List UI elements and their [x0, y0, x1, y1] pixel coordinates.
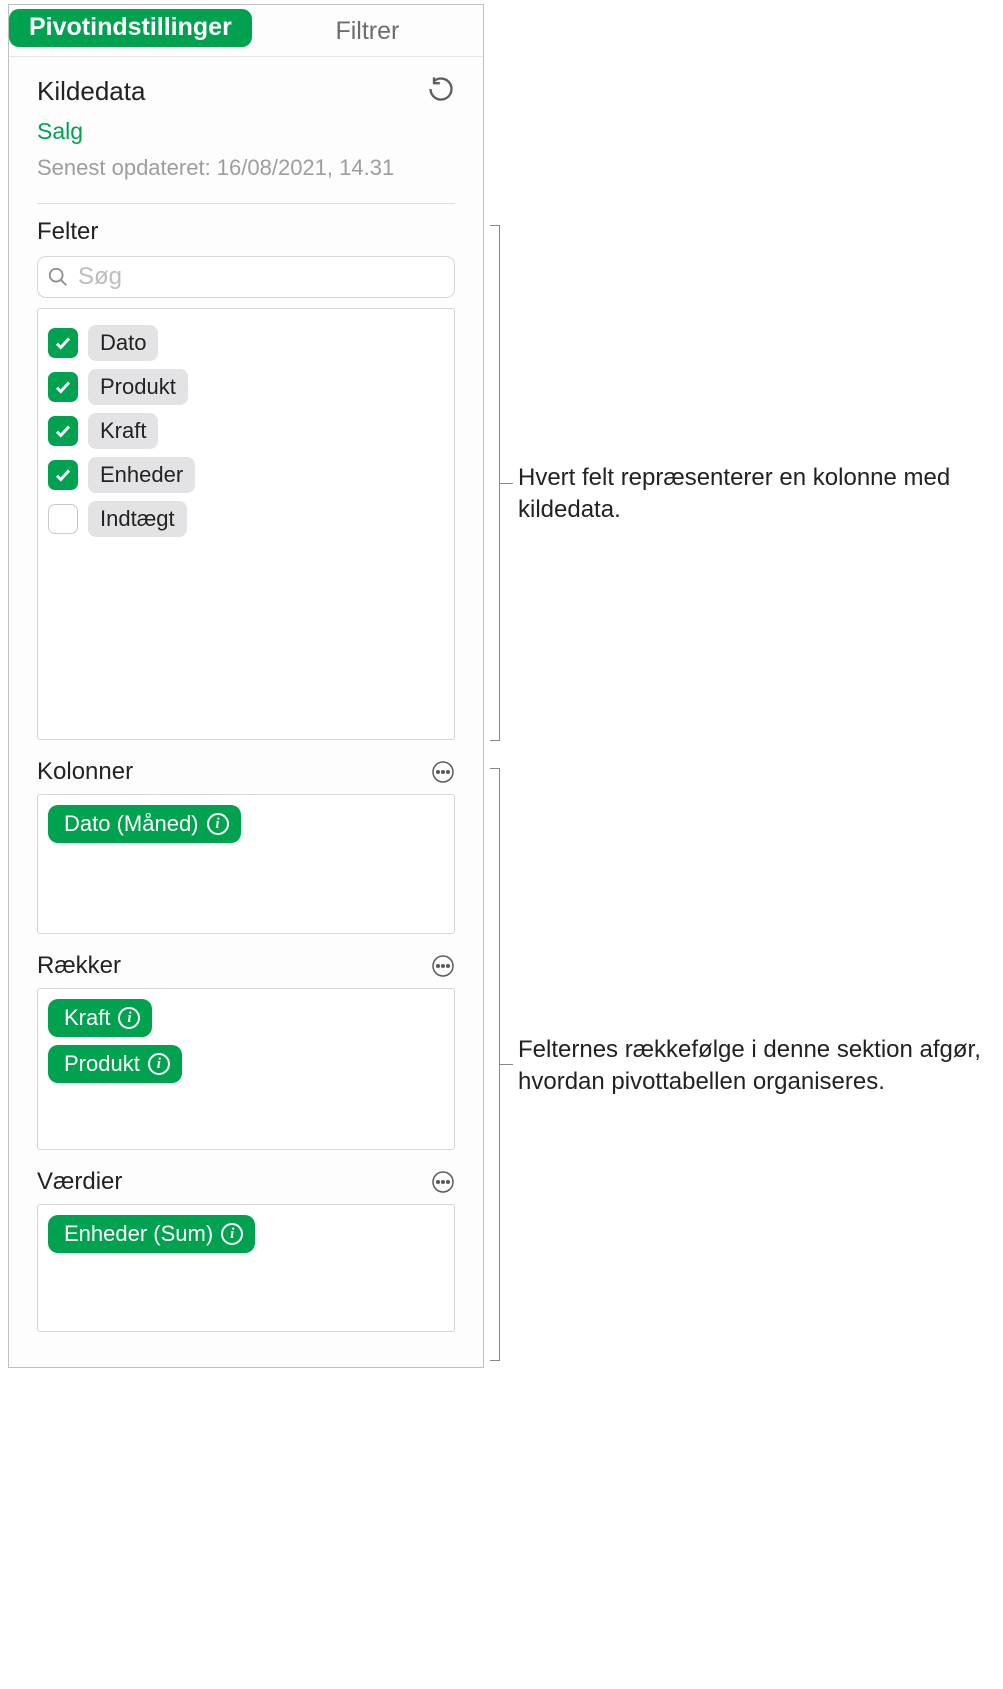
field-chip-dato[interactable]: Dato — [88, 325, 158, 361]
field-row: Indtægt — [48, 497, 444, 541]
pivot-options-panel: Pivotindstillinger Filtrer Kildedata Sal… — [8, 4, 484, 1368]
fields-search-input[interactable] — [37, 256, 455, 298]
field-checkbox-produkt[interactable] — [48, 372, 78, 402]
callout-bracket — [490, 768, 500, 1361]
field-chip-enheder[interactable]: Enheder — [88, 457, 195, 493]
value-chip-enheder-sum[interactable]: Enheder (Sum) i — [48, 1215, 255, 1253]
fields-heading: Felter — [37, 218, 455, 246]
values-more-button[interactable] — [431, 1170, 455, 1194]
field-chip-kraft[interactable]: Kraft — [88, 413, 158, 449]
callout-buckets: Felternes rækkefølge i denne sektion afg… — [518, 1034, 996, 1099]
source-data-heading: Kildedata — [37, 76, 145, 107]
info-icon[interactable]: i — [148, 1053, 170, 1075]
columns-heading: Kolonner — [37, 758, 133, 786]
rows-bucket[interactable]: Kraft i Produkt i — [37, 988, 455, 1150]
refresh-button[interactable] — [427, 75, 455, 108]
field-row: Produkt — [48, 365, 444, 409]
rows-more-button[interactable] — [431, 954, 455, 978]
tab-pivot-settings[interactable]: Pivotindstillinger — [9, 5, 252, 56]
value-chip-label: Enheder (Sum) — [64, 1221, 213, 1247]
tabs: Pivotindstillinger Filtrer — [9, 5, 483, 57]
columns-more-button[interactable] — [431, 760, 455, 784]
rows-heading: Rækker — [37, 952, 121, 980]
search-icon — [47, 266, 69, 288]
row-chip-kraft[interactable]: Kraft i — [48, 999, 152, 1037]
field-chip-produkt[interactable]: Produkt — [88, 369, 188, 405]
column-chip-label: Dato (Måned) — [64, 811, 199, 837]
field-row: Enheder — [48, 453, 444, 497]
tab-filter-label: Filtrer — [335, 17, 399, 45]
field-checkbox-indtaegt[interactable] — [48, 504, 78, 534]
field-checkbox-dato[interactable] — [48, 328, 78, 358]
tab-pivot-settings-label: Pivotindstillinger — [9, 9, 252, 47]
source-data-name[interactable]: Salg — [37, 118, 455, 145]
refresh-icon — [427, 75, 455, 103]
source-data-updated: Senest opdateret: 16/08/2021, 14.31 — [37, 155, 455, 181]
columns-bucket[interactable]: Dato (Måned) i — [37, 794, 455, 934]
callout-fields: Hvert felt repræsenterer en kolonne med … — [518, 462, 988, 527]
row-chip-label: Kraft — [64, 1005, 110, 1031]
field-chip-indtaegt[interactable]: Indtægt — [88, 501, 187, 537]
row-chip-produkt[interactable]: Produkt i — [48, 1045, 182, 1083]
column-chip-dato-maaned[interactable]: Dato (Måned) i — [48, 805, 241, 843]
field-row: Dato — [48, 321, 444, 365]
info-icon[interactable]: i — [118, 1007, 140, 1029]
tab-filter[interactable]: Filtrer — [252, 5, 483, 56]
callout-lead — [500, 483, 513, 484]
info-icon[interactable]: i — [221, 1223, 243, 1245]
callout-bracket — [490, 225, 500, 741]
values-bucket[interactable]: Enheder (Sum) i — [37, 1204, 455, 1332]
fields-list: Dato Produkt Kraft Enheder — [37, 308, 455, 740]
callout-lead — [500, 1064, 513, 1065]
field-checkbox-kraft[interactable] — [48, 416, 78, 446]
divider — [37, 203, 455, 204]
field-row: Kraft — [48, 409, 444, 453]
values-heading: Værdier — [37, 1168, 122, 1196]
row-chip-label: Produkt — [64, 1051, 140, 1077]
info-icon[interactable]: i — [207, 813, 229, 835]
field-checkbox-enheder[interactable] — [48, 460, 78, 490]
